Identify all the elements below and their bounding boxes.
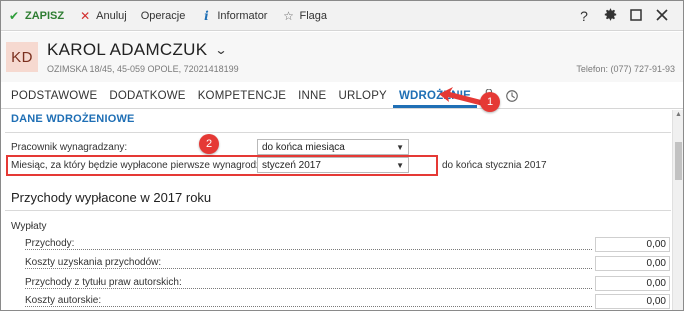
income-row-label: Przychody: (25, 238, 78, 249)
cancel-button[interactable]: ✕ Anuluj (78, 10, 127, 22)
dotted-leader (25, 288, 592, 289)
star-icon: ☆ (283, 8, 294, 23)
income-row: Koszty autorskie: (25, 295, 596, 309)
flag-label: Flaga (299, 9, 328, 22)
employee-name-text: KAROL ADAMCZUK (47, 40, 208, 59)
tab-inne[interactable]: INNE (292, 83, 332, 108)
employee-paid-label: Pracownik wynagradzany: (11, 142, 128, 153)
chevron-down-icon[interactable]: ⌄ (215, 43, 228, 57)
window-controls: ? (571, 1, 675, 31)
operations-menu[interactable]: Operacje (141, 10, 186, 22)
close-window-icon[interactable] (649, 8, 675, 24)
divider (5, 132, 671, 133)
income-input[interactable]: 0,00 (595, 256, 670, 271)
tab-wdrozenie[interactable]: WDROŻENIE (392, 83, 478, 108)
maximize-icon[interactable] (623, 8, 649, 24)
informer-label: Informator (217, 9, 268, 22)
history-icon[interactable] (499, 83, 525, 108)
income-row: Przychody z tytułu praw autorskich: (25, 277, 596, 291)
dotted-leader (25, 268, 592, 269)
dotted-leader (25, 306, 592, 307)
income-row-label: Koszty uzyskania przychodów: (25, 257, 165, 268)
income-row-label: Koszty autorskie: (25, 295, 105, 306)
income-row-label: Przychody z tytułu praw autorskich: (25, 277, 185, 288)
income-input[interactable]: 0,00 (595, 294, 670, 309)
income-input[interactable]: 0,00 (595, 237, 670, 252)
dotted-leader (25, 249, 592, 250)
employee-paid-value: do końca miesiąca (262, 141, 345, 153)
main-content: DANE WDROŻENIOWE Pracownik wynagradzany:… (1, 110, 671, 310)
callout-badge-2: 2 (199, 134, 219, 154)
payments-group-label: Wypłaty (11, 221, 47, 232)
divider (5, 210, 671, 211)
income-input[interactable]: 0,00 (595, 276, 670, 291)
tab-kompetencje[interactable]: KOMPETENCJE (192, 83, 292, 108)
income-heading: Przychody wypłacone w 2017 roku (11, 190, 212, 205)
section-title: DANE WDROŻENIOWE (11, 113, 135, 125)
avatar: KD (6, 42, 38, 72)
window: ✔ ZAPISZ ✕ Anuluj Operacje i Informator … (0, 0, 684, 311)
info-icon: i (204, 8, 209, 23)
toolbar: ✔ ZAPISZ ✕ Anuluj Operacje i Informator … (1, 1, 683, 31)
check-icon: ✔ (8, 8, 20, 23)
income-row: Przychody: (25, 238, 596, 252)
chevron-down-icon: ▼ (396, 160, 404, 170)
employee-paid-select[interactable]: do końca miesiąca ▼ (257, 139, 409, 155)
cancel-label: Anuluj (96, 9, 127, 22)
first-pay-month-select[interactable]: styczeń 2017 ▼ (257, 157, 409, 173)
tab-podstawowe[interactable]: PODSTAWOWE (5, 83, 103, 108)
first-pay-note: do końca stycznia 2017 (442, 160, 547, 171)
employee-name[interactable]: KAROL ADAMCZUK ⌄ (47, 40, 228, 60)
informer-button[interactable]: i Informator (199, 10, 267, 22)
close-icon: ✕ (80, 8, 91, 23)
save-label: ZAPISZ (25, 9, 65, 22)
scrollbar-thumb[interactable] (675, 142, 682, 180)
scrollbar[interactable]: ▲ (672, 110, 683, 310)
tab-bar: PODSTAWOWE DODATKOWE KOMPETENCJE INNE UR… (1, 83, 683, 109)
tab-urlopy[interactable]: URLOPY (332, 83, 393, 108)
tab-dodatkowe[interactable]: DODATKOWE (103, 83, 191, 108)
operations-label: Operacje (140, 9, 186, 22)
callout-badge-1: 1 (480, 92, 500, 112)
chevron-down-icon: ▼ (396, 142, 404, 152)
help-icon[interactable]: ? (571, 8, 597, 24)
scroll-up-icon[interactable]: ▲ (675, 111, 682, 118)
save-button[interactable]: ✔ ZAPISZ (7, 10, 64, 22)
flag-button[interactable]: ☆ Flaga (281, 10, 327, 22)
employee-phone: Telefon: (077) 727-91-93 (576, 64, 675, 74)
first-pay-month-label: Miesiąc, za który będzie wypłacone pierw… (11, 160, 283, 171)
first-pay-month-value: styczeń 2017 (262, 159, 321, 171)
income-row: Koszty uzyskania przychodów: (25, 257, 596, 271)
employee-header: KD KAROL ADAMCZUK ⌄ OZIMSKA 18/45, 45-05… (1, 32, 683, 82)
gear-icon[interactable] (597, 8, 623, 24)
employee-address: OZIMSKA 18/45, 45-059 OPOLE, 72021418199 (47, 64, 239, 74)
